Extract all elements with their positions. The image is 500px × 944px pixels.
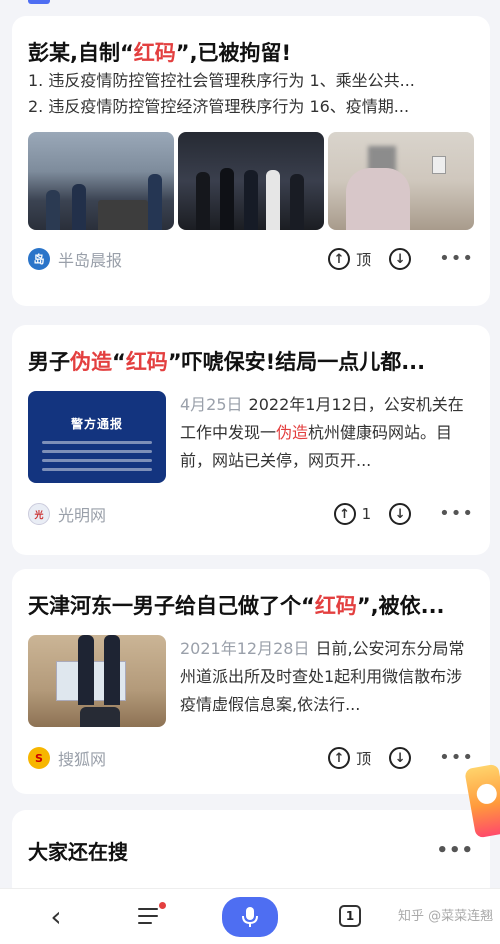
publish-date: 2021年12月28日 xyxy=(180,639,310,658)
tabs-icon[interactable]: 1 xyxy=(339,905,361,927)
keyword-highlight: 红码 xyxy=(133,41,176,65)
source-logo: S xyxy=(28,747,50,769)
news-image[interactable] xyxy=(28,132,174,230)
thumbnail-text-line xyxy=(42,468,152,471)
thumb-down-icon: ↓ xyxy=(389,248,412,270)
figure-shape xyxy=(72,184,86,230)
downvote-button[interactable]: ↓ xyxy=(389,503,417,525)
keyword-highlight: 红码 xyxy=(125,350,168,374)
figure-shape xyxy=(196,172,210,230)
news-card[interactable]: 天津河东一男子给自己做了个“红码”,被依... 2021年12月28日 日前,公安… xyxy=(12,569,490,794)
desk-shape xyxy=(98,200,148,230)
mic-icon xyxy=(242,907,258,927)
news-description: 2021年12月28日 日前,公安河东分局常州道派出所及时查处1起利用微信散布涉疫… xyxy=(180,639,465,714)
thumbnail-title: 警方通报 xyxy=(70,417,123,431)
menu-bar xyxy=(138,915,158,917)
source-row: S 搜狐网 ↑ 顶 ↓ ••• xyxy=(28,743,474,773)
news-title[interactable]: 男子伪造“红码”吓唬保安!结局一点儿都... xyxy=(28,347,474,377)
bottom-nav-bar: ‹ 1 知乎 @菜菜连翘 xyxy=(0,888,500,944)
figure-shape xyxy=(346,168,410,230)
section-header: 大家还在搜 ••• xyxy=(28,836,474,865)
more-icon[interactable]: ••• xyxy=(439,250,474,268)
notification-dot xyxy=(159,902,166,909)
downvote-button[interactable]: ↓ xyxy=(389,248,417,270)
news-body: 警方通报 4月25日 2022年1月12日，公安机关在工作中发现一伪造杭州健康码网… xyxy=(28,391,474,483)
news-description: 4月25日 2022年1月12日，公安机关在工作中发现一伪造杭州健康码网站。目前，… xyxy=(180,395,464,470)
figure-shape xyxy=(80,707,120,727)
voice-search-button[interactable] xyxy=(222,897,278,937)
figure-shape xyxy=(220,168,234,230)
source-name[interactable]: 半岛晨报 xyxy=(58,247,310,271)
upvote-button[interactable]: ↑ 顶 xyxy=(328,248,371,270)
source-row: 光 光明网 ↑ 1 ↓ ••• xyxy=(28,499,474,529)
publish-date: 4月25日 xyxy=(180,395,243,414)
thumb-up-icon: ↑ xyxy=(328,248,351,270)
source-row: 岛 半岛晨报 ↑ 顶 ↓ ••• xyxy=(28,244,474,274)
news-title[interactable]: 天津河东一男子给自己做了个“红码”,被依... xyxy=(28,591,474,621)
figure-shape xyxy=(148,174,162,230)
news-body: 2021年12月28日 日前,公安河东分局常州道派出所及时查处1起利用微信散布涉疫… xyxy=(28,635,474,727)
more-icon[interactable]: ••• xyxy=(439,505,474,523)
thumbnail-text-line xyxy=(42,441,152,444)
source-name[interactable]: 搜狐网 xyxy=(58,746,310,770)
thumb-down-icon: ↓ xyxy=(389,747,412,769)
thumbnail-text-line xyxy=(42,459,152,462)
back-icon[interactable]: ‹ xyxy=(44,900,68,933)
menu-bar xyxy=(138,908,158,910)
figure-shape xyxy=(104,635,120,705)
source-logo: 岛 xyxy=(28,248,50,270)
thumb-up-icon: ↑ xyxy=(328,747,351,769)
news-card[interactable]: 彭某,自制“红码”,已被拘留! 1. 违反疫情防控管控社会管理秩序行为 1、乘坐… xyxy=(12,16,490,306)
image-gallery[interactable] xyxy=(28,132,474,230)
news-image[interactable] xyxy=(328,132,474,230)
summary-line: 2. 违反疫情防控管控经济管理秩序行为 16、疫情期... xyxy=(28,97,410,116)
menu-icon[interactable] xyxy=(136,902,166,929)
thumbnail-text-line xyxy=(42,450,152,453)
upvote-button[interactable]: ↑ 顶 xyxy=(328,747,371,769)
keyword-highlight: 伪造 xyxy=(276,423,309,442)
news-thumbnail[interactable] xyxy=(28,635,166,727)
news-thumbnail[interactable]: 警方通报 xyxy=(28,391,166,483)
thumb-up-icon: ↑ xyxy=(333,503,356,525)
figure-shape xyxy=(78,635,94,705)
news-card[interactable]: 男子伪造“红码”吓唬保安!结局一点儿都... 警方通报 4月25日 2022年1月… xyxy=(12,325,490,555)
more-icon[interactable]: ••• xyxy=(436,841,474,860)
more-icon[interactable]: ••• xyxy=(439,749,474,767)
source-name[interactable]: 光明网 xyxy=(58,502,316,526)
mascot-icon xyxy=(475,782,499,806)
upvote-button[interactable]: ↑ 1 xyxy=(333,503,371,525)
news-title[interactable]: 彭某,自制“红码”,已被拘留! xyxy=(28,38,474,68)
top-tab-indicator xyxy=(28,0,50,4)
menu-bar xyxy=(138,922,152,924)
thumb-down-icon: ↓ xyxy=(389,503,412,525)
figure-shape xyxy=(244,170,258,230)
summary-line: 1. 违反疫情防控管控社会管理秩序行为 1、乘坐公共... xyxy=(28,71,415,90)
downvote-button[interactable]: ↓ xyxy=(389,747,417,769)
figure-shape xyxy=(46,190,60,230)
news-image[interactable] xyxy=(178,132,324,230)
wall-switch xyxy=(432,156,446,174)
watermark: 知乎 @菜菜连翘 xyxy=(398,909,494,924)
source-logo: 光 xyxy=(28,503,50,525)
keyword-highlight: 伪造 xyxy=(70,350,112,374)
keyword-highlight: 红码 xyxy=(314,594,357,618)
figure-shape xyxy=(290,174,304,230)
section-title: 大家还在搜 xyxy=(28,840,128,864)
related-searches-card: 大家还在搜 ••• xyxy=(12,810,490,900)
figure-shape xyxy=(266,170,280,230)
